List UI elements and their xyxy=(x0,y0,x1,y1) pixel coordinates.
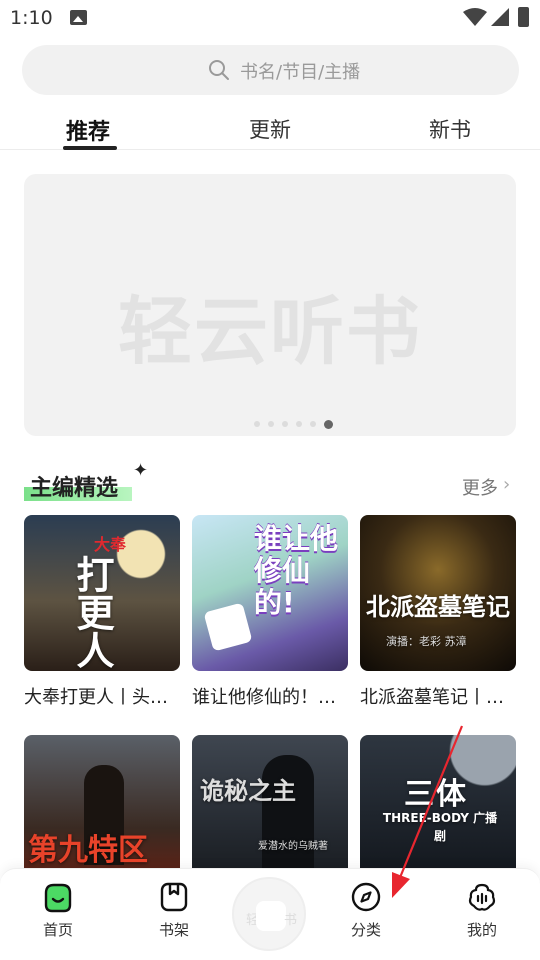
carousel-dot-active xyxy=(324,420,333,429)
book-cover[interactable]: 谁让他修仙的! xyxy=(192,515,348,671)
nav-profile-label: 我的 xyxy=(466,921,497,939)
compass-icon xyxy=(350,881,382,913)
banner-placeholder-text: 轻云听书 xyxy=(118,289,422,375)
cover-title: 三体 xyxy=(404,777,468,812)
signal-icon xyxy=(491,8,509,26)
section-title: 主编精选 xyxy=(30,476,119,501)
status-time: 1:10 xyxy=(10,7,53,29)
cover-subtitle: THREE-BODY 广播剧 xyxy=(382,811,498,843)
tab-recommend[interactable]: 推荐 xyxy=(66,114,110,146)
book-cover[interactable]: 北派盗墓笔记 演播：老彩 苏漳 xyxy=(360,515,516,671)
book-card[interactable]: 北派盗墓笔记 演播：老彩 苏漳 北派盗墓笔记丨… xyxy=(360,515,516,708)
book-title[interactable]: 谁让他修仙的！… xyxy=(192,683,352,709)
book-card[interactable]: 谁让他修仙的! 谁让他修仙的！… xyxy=(192,515,348,708)
player-button[interactable]: 轻 书 xyxy=(232,877,306,951)
nav-bookshelf[interactable]: 书架 xyxy=(139,881,209,940)
tab-indicator xyxy=(63,146,117,150)
cover-title: 谁让他修仙的! xyxy=(254,522,339,619)
book-card[interactable]: 大奉 打更人 大奉打更人丨头… xyxy=(24,515,180,708)
chevron-right-icon[interactable]: › xyxy=(503,474,510,495)
carousel-dot xyxy=(282,421,288,427)
search-bar[interactable]: 书名/节目/主播 xyxy=(22,45,519,95)
cover-subtitle: 演播：老彩 苏漳 xyxy=(386,635,467,648)
status-bar: 1:10 xyxy=(0,0,540,38)
nav-home-label: 首页 xyxy=(42,921,73,939)
nav-bookshelf-label: 书架 xyxy=(158,921,189,939)
nav-profile[interactable]: 我的 xyxy=(447,881,517,940)
bottom-navigation: 首页 书架 轻 书 分类 我的 xyxy=(0,868,540,960)
cover-subtitle: 大奉 xyxy=(94,535,127,554)
carousel-dot xyxy=(254,421,260,427)
cover-title: 北派盗墓笔记 xyxy=(366,593,510,621)
wifi-icon xyxy=(463,8,487,26)
carousel-dot xyxy=(310,421,316,427)
play-icon xyxy=(256,901,286,931)
carousel-dot xyxy=(268,421,274,427)
sparkle-icon: ✦ xyxy=(133,460,149,481)
cover-title: 第九特区 xyxy=(28,833,148,868)
category-tabs: 推荐 更新 新书 xyxy=(0,112,540,150)
cover-title: 诡秘之主 xyxy=(200,777,296,805)
search-placeholder: 书名/节目/主播 xyxy=(240,62,361,83)
book-title[interactable]: 大奉打更人丨头… xyxy=(24,683,184,709)
cover-figure xyxy=(203,602,253,652)
player-label-right: 书 xyxy=(284,913,298,928)
cover-title: 打更人 xyxy=(70,555,114,669)
home-icon xyxy=(42,881,74,913)
image-notification-icon xyxy=(70,10,87,25)
carousel-dot xyxy=(296,421,302,427)
battery-icon xyxy=(518,7,529,27)
search-icon xyxy=(209,60,229,80)
bookshelf-icon xyxy=(158,881,190,913)
banner-carousel[interactable]: 轻云听书 xyxy=(24,174,516,436)
book-cover[interactable]: 大奉 打更人 xyxy=(24,515,180,671)
cover-subtitle: 爱潜水的乌贼著 xyxy=(258,841,328,852)
more-link[interactable]: 更多 xyxy=(462,474,498,500)
tab-updates[interactable]: 更新 xyxy=(249,114,291,144)
nav-category-label: 分类 xyxy=(350,921,381,939)
nav-home[interactable]: 首页 xyxy=(23,881,93,940)
tab-new-books[interactable]: 新书 xyxy=(429,114,471,144)
book-title[interactable]: 北派盗墓笔记丨… xyxy=(360,683,520,709)
nav-category[interactable]: 分类 xyxy=(331,881,401,940)
profile-icon xyxy=(466,881,498,913)
